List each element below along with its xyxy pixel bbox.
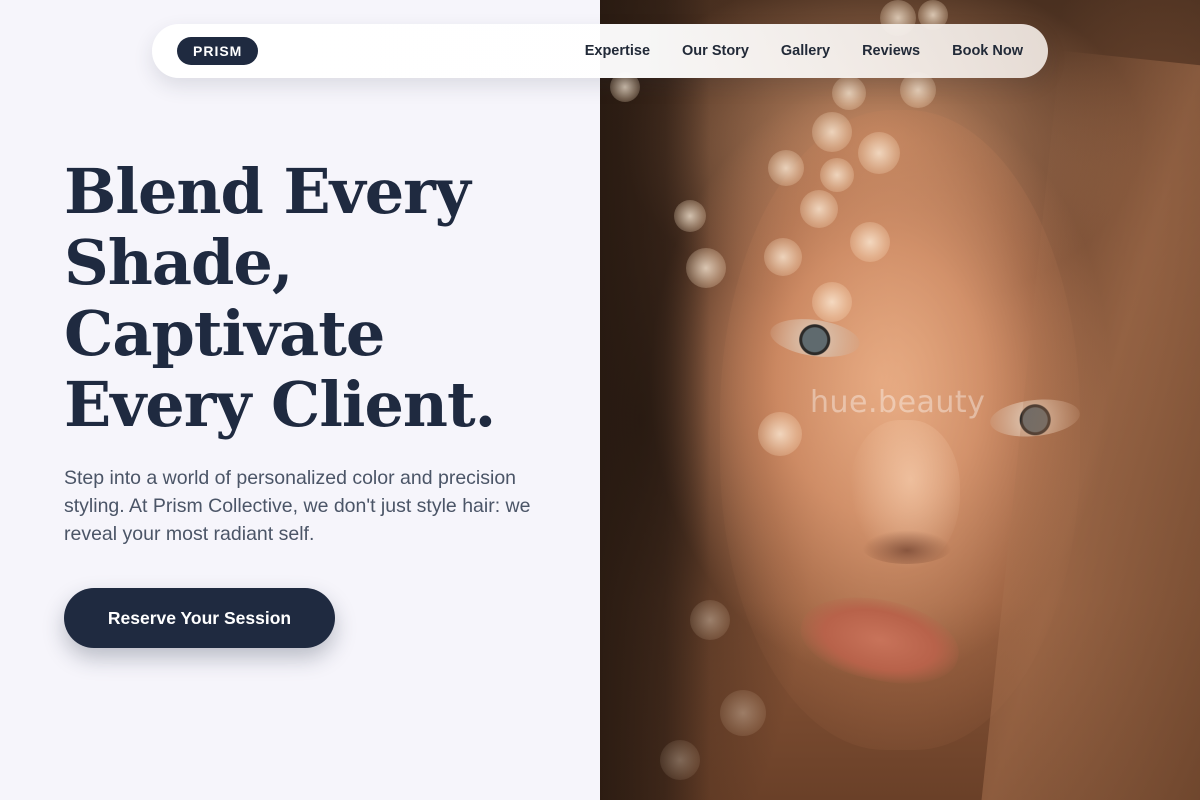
bokeh-light — [812, 112, 852, 152]
reserve-session-button[interactable]: Reserve Your Session — [64, 588, 335, 648]
photo-watermark: hue.beauty — [810, 385, 986, 420]
bokeh-light — [858, 132, 900, 174]
brand-logo[interactable]: PRISM — [177, 37, 259, 65]
nav-link-gallery[interactable]: Gallery — [781, 43, 830, 59]
headline-line: Blend Every — [64, 155, 471, 228]
bokeh-light — [768, 150, 804, 186]
hair-shadow — [600, 0, 710, 800]
bokeh-light — [686, 248, 726, 288]
nav-link-expertise[interactable]: Expertise — [585, 43, 650, 59]
nav-link-book-now[interactable]: Book Now — [952, 43, 1023, 59]
bokeh-light — [812, 282, 852, 322]
top-navigation: PRISM Expertise Our Story Gallery Review… — [152, 24, 1048, 78]
bokeh-light — [820, 158, 854, 192]
hero-description: Step into a world of personalized color … — [64, 467, 531, 545]
bokeh-light — [800, 190, 838, 228]
nav-link-our-story[interactable]: Our Story — [682, 43, 749, 59]
nav-link-reviews[interactable]: Reviews — [862, 43, 920, 59]
bokeh-light — [720, 690, 766, 736]
headline-line: Captivate — [64, 297, 385, 370]
bokeh-light — [660, 740, 700, 780]
bokeh-light — [674, 200, 706, 232]
bokeh-light — [758, 412, 802, 456]
nav-links: Expertise Our Story Gallery Reviews Book… — [585, 43, 1023, 59]
bokeh-light — [690, 600, 730, 640]
hero-headline: Blend Every Shade, Captivate Every Clien… — [64, 156, 584, 440]
bokeh-light — [832, 76, 866, 110]
hero-portrait-image: hue.beauty — [600, 0, 1200, 800]
landing-page: hue.beauty PRISM Expertise Our Story Gal… — [0, 0, 1200, 800]
bokeh-light — [850, 222, 890, 262]
headline-line: Every Client. — [64, 368, 496, 441]
bokeh-light — [764, 238, 802, 276]
headline-line: Shade, — [64, 226, 293, 299]
nostril-shadow — [862, 530, 952, 564]
